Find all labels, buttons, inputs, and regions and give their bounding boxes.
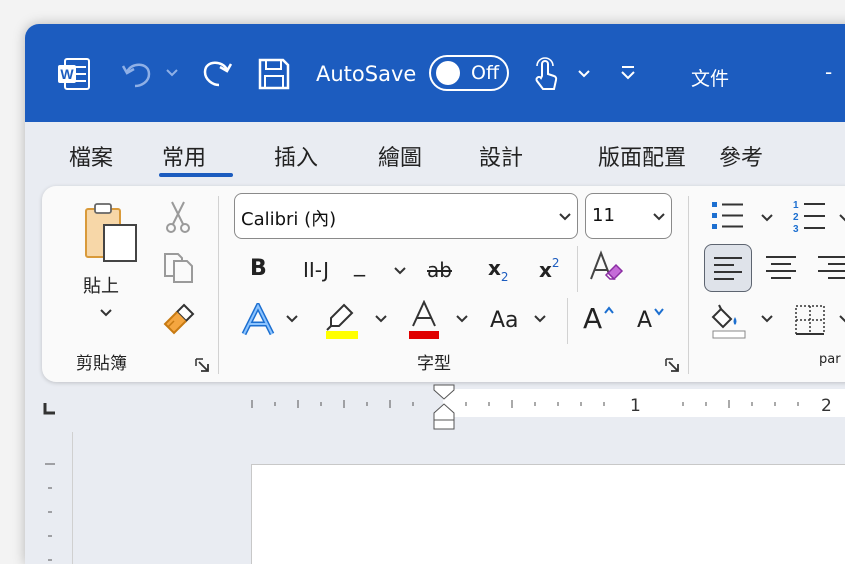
subscript-x: x <box>488 256 501 280</box>
highlight-chevron-icon[interactable] <box>374 314 388 324</box>
change-case-chevron-icon[interactable] <box>533 314 547 324</box>
subscript-digit: 2 <box>500 270 509 284</box>
tab-references[interactable]: 參考 <box>719 140 763 172</box>
bullets-icon[interactable] <box>709 200 745 232</box>
divider <box>218 196 219 374</box>
caret-down-icon <box>654 308 664 316</box>
paragraph-group-label: par <box>819 352 841 367</box>
undo-icon[interactable] <box>121 58 155 90</box>
tab-file[interactable]: 檔案 <box>69 140 113 172</box>
align-left-icon <box>714 257 742 280</box>
document-page[interactable] <box>251 464 845 564</box>
tab-home[interactable]: 常用 <box>162 140 206 172</box>
word-window: W AutoSave Off 文件 - 檔案 常用 插入 繪圖 設計 版面配置 … <box>25 24 845 564</box>
bullets-chevron-icon[interactable] <box>760 213 774 223</box>
undo-dropdown-chevron-icon[interactable] <box>165 68 179 78</box>
caret-up-icon <box>604 306 614 314</box>
font-group-label: 字型 <box>417 354 451 374</box>
autosave-label: AutoSave <box>316 62 417 86</box>
strikethrough-button[interactable]: ab <box>427 258 452 282</box>
clipboard-launcher-icon[interactable] <box>194 357 210 373</box>
active-tab-indicator <box>159 173 233 177</box>
grow-font-letter: A <box>583 302 603 335</box>
ruler-mark-1: 1 <box>630 396 641 416</box>
document-title: 文件 <box>691 68 730 90</box>
font-launcher-icon[interactable] <box>664 357 680 373</box>
copy-icon[interactable] <box>162 252 196 284</box>
tab-draw[interactable]: 繪圖 <box>378 140 422 172</box>
clipboard-group-label: 剪貼簿 <box>76 354 127 374</box>
shading-chevron-icon[interactable] <box>760 314 774 324</box>
indent-markers-icon[interactable] <box>433 384 455 430</box>
change-case-button[interactable]: Aa <box>490 308 519 333</box>
clear-formatting-icon[interactable] <box>588 249 624 285</box>
vertical-ruler-edge <box>72 432 73 564</box>
shading-icon[interactable] <box>711 303 747 339</box>
superscript-digit: 2 <box>551 256 560 270</box>
word-logo-icon: W <box>58 58 90 90</box>
numbering-icon[interactable]: 1 2 3 <box>791 198 827 234</box>
tab-insert[interactable]: 插入 <box>274 140 318 172</box>
format-painter-icon[interactable] <box>162 302 196 336</box>
tab-design[interactable]: 設計 <box>479 140 523 172</box>
autosave-toggle[interactable]: Off <box>429 55 509 91</box>
toggle-knob <box>436 61 460 85</box>
shrink-font-button[interactable]: A <box>637 308 664 333</box>
highlight-color-icon[interactable] <box>324 302 360 340</box>
align-right-icon[interactable] <box>818 255 845 281</box>
font-color-icon[interactable] <box>407 300 441 340</box>
divider <box>577 246 578 292</box>
font-size-value: 11 <box>592 205 615 226</box>
svg-text:2: 2 <box>793 212 799 223</box>
save-icon[interactable] <box>257 57 291 91</box>
minimize-button[interactable]: - <box>825 60 832 84</box>
font-name-chevron-icon[interactable] <box>558 212 572 222</box>
borders-chevron-icon[interactable] <box>838 314 845 324</box>
touch-dropdown-chevron-icon[interactable] <box>577 69 591 79</box>
underline-button[interactable]: _ <box>354 252 365 277</box>
cut-icon[interactable] <box>165 200 191 234</box>
font-size-chevron-icon[interactable] <box>652 212 666 222</box>
horizontal-ruler[interactable]: 1 2 <box>25 382 845 432</box>
customize-toolbar-icon[interactable] <box>620 64 636 82</box>
divider <box>688 196 689 374</box>
align-left-button[interactable] <box>704 244 752 292</box>
ribbon-panel: 貼上 剪貼簿 Calibri (內) 11 B II-J _ ab x2 x2 … <box>42 186 845 382</box>
superscript-x: x <box>539 258 552 282</box>
svg-text:1: 1 <box>793 200 799 211</box>
redo-icon[interactable] <box>199 56 233 90</box>
underline-dropdown-chevron-icon[interactable] <box>393 266 407 276</box>
numbering-chevron-icon[interactable] <box>838 213 845 223</box>
grow-font-button[interactable]: A <box>583 302 614 335</box>
font-size-combobox[interactable]: 11 <box>585 193 672 239</box>
align-center-icon[interactable] <box>766 255 796 281</box>
paste-label[interactable]: 貼上 <box>83 272 119 298</box>
text-effects-chevron-icon[interactable] <box>285 314 299 324</box>
svg-text:3: 3 <box>793 224 799 234</box>
paste-icon[interactable] <box>82 201 142 263</box>
svg-text:W: W <box>60 66 74 82</box>
tab-layout[interactable]: 版面配置 <box>598 140 686 172</box>
ruler-mark-2: 2 <box>821 396 832 416</box>
text-effects-icon[interactable] <box>241 303 275 337</box>
touch-mode-icon[interactable] <box>533 56 559 92</box>
title-bar: W AutoSave Off 文件 - <box>25 24 845 122</box>
borders-icon[interactable] <box>794 304 826 336</box>
bold-button[interactable]: B <box>250 256 267 281</box>
italic-button[interactable]: II-J <box>303 258 329 282</box>
vertical-ruler[interactable] <box>40 460 60 564</box>
superscript-button[interactable]: x2 <box>539 256 560 282</box>
shrink-font-letter: A <box>637 308 653 333</box>
ribbon-tabs: 檔案 常用 插入 繪圖 設計 版面配置 參考 <box>25 122 845 184</box>
font-name-combobox[interactable]: Calibri (內) <box>234 193 578 239</box>
font-color-chevron-icon[interactable] <box>455 314 469 324</box>
subscript-button[interactable]: x2 <box>488 256 509 284</box>
paste-dropdown-chevron-icon[interactable] <box>99 308 113 318</box>
toggle-state: Off <box>471 62 500 84</box>
divider <box>567 298 568 344</box>
font-name-value: Calibri (內) <box>241 209 337 230</box>
